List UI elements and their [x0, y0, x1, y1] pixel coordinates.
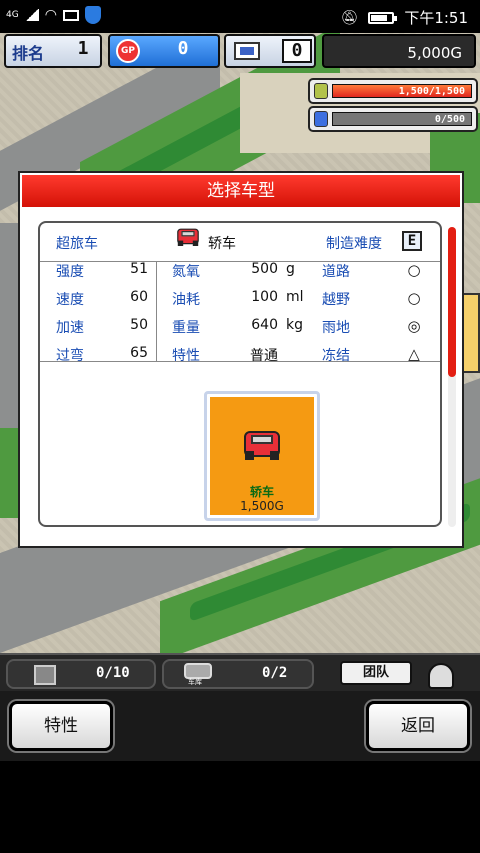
spec-unit: ml	[286, 289, 304, 305]
spec-label: 氮氧	[172, 264, 200, 280]
traits-button[interactable]: 特性	[9, 701, 113, 751]
research-track: 0/500	[332, 112, 472, 126]
spec-value: 640	[251, 317, 278, 333]
team-button[interactable]: 团队	[340, 661, 412, 685]
shield-icon	[84, 6, 101, 24]
staff-avatar-icon[interactable]	[428, 663, 454, 689]
stat-value: 50	[130, 317, 148, 333]
nav-area	[0, 761, 480, 853]
terrain-label: 冻结	[322, 348, 350, 364]
fuel-bar[interactable]: 1,500/1,500	[308, 78, 478, 104]
stat-value: 51	[130, 261, 148, 277]
stat-label: 速度	[56, 292, 84, 308]
parts-value: 0/10	[96, 665, 130, 681]
crate-icon	[34, 665, 56, 685]
car-type-dialog: 选择车型 超旅车 轿车 制造难度 E 轿车 1,500G 强度 51 速度 60…	[18, 171, 464, 548]
fuel-text: 1,500/1,500	[398, 86, 465, 97]
stat-value: 60	[130, 289, 148, 305]
research-flask-icon	[314, 111, 328, 127]
status-bar: 4G ◠ 🔕︎ 下午1:51	[0, 0, 480, 33]
divider	[156, 261, 157, 361]
gp-value: 0	[177, 38, 189, 59]
spec-label: 特性	[172, 348, 200, 364]
research-panel[interactable]: 0	[224, 34, 316, 68]
car-info-panel: 超旅车 轿车 制造难度 E 轿车 1,500G 强度 51 速度 60 加速 5…	[38, 221, 442, 527]
computer-icon	[234, 42, 260, 60]
car-card-price: 1,500G	[240, 499, 284, 513]
difficulty-badge: E	[402, 231, 422, 251]
stat-value: 65	[130, 345, 148, 361]
spec-unit: kg	[286, 317, 303, 333]
shop-sign	[462, 293, 480, 373]
cars-counter[interactable]: 车库 0/2	[162, 659, 314, 689]
gp-panel[interactable]: GP 0	[108, 34, 220, 68]
cars-value: 0/2	[262, 665, 288, 681]
garage-icon-label: 车库	[188, 678, 202, 686]
terrain-label: 雨地	[322, 320, 350, 336]
terrain-rating: ○	[407, 289, 421, 307]
battery-icon	[368, 11, 398, 24]
network-label: 4G	[6, 10, 19, 20]
action-bar: 特性 返回	[0, 691, 480, 761]
spec-unit: g	[286, 261, 295, 277]
spec-value: 普通	[250, 348, 278, 364]
fuel-track: 1,500/1,500	[332, 84, 472, 98]
sedan-sprite	[242, 425, 282, 463]
difficulty-label: 制造难度	[326, 236, 382, 252]
stat-label: 加速	[56, 320, 84, 336]
bottom-status-bar: 0/10 车库 0/2 团队	[0, 653, 480, 691]
research-bar[interactable]: 0/500	[308, 106, 478, 132]
terrain-rating: ○	[407, 261, 421, 279]
mute-icon: 🔕︎	[340, 9, 359, 26]
car-option-card[interactable]: 轿车 1,500G	[204, 391, 320, 521]
signal-icon	[24, 9, 39, 21]
money-value: 5,000G	[407, 44, 462, 62]
spec-value: 500	[251, 261, 278, 277]
ranking-label: 排名	[12, 44, 45, 63]
car-class-label: 超旅车	[56, 236, 98, 252]
dialog-title: 选择车型	[22, 175, 460, 207]
terrain-rating: ◎	[407, 317, 421, 335]
parts-counter[interactable]: 0/10	[6, 659, 156, 689]
spec-label: 油耗	[172, 292, 200, 308]
scrollbar-thumb[interactable]	[448, 227, 456, 377]
terrain-label: 越野	[322, 292, 350, 308]
mail-icon	[62, 9, 79, 21]
spec-value: 100	[251, 289, 278, 305]
stat-label: 强度	[56, 264, 84, 280]
research-value: 0	[282, 39, 312, 63]
fuel-barrel-icon	[314, 83, 328, 99]
clock: 下午1:51	[404, 9, 468, 27]
research-text: 0/500	[434, 114, 465, 125]
money-panel[interactable]: 5,000G	[322, 34, 476, 68]
ranking-value: 1	[77, 38, 89, 59]
dialog-scrollbar[interactable]	[448, 227, 456, 527]
terrain-label: 道路	[322, 264, 350, 280]
ranking-panel[interactable]: 排名 1	[4, 34, 102, 68]
spec-label: 重量	[172, 320, 200, 336]
back-button[interactable]: 返回	[366, 701, 470, 751]
terrain-rating: △	[408, 345, 420, 363]
car-card-body: 轿车 1,500G	[210, 397, 314, 515]
car-type-name: 轿车	[208, 236, 236, 252]
sedan-icon	[176, 225, 200, 248]
car-card-name: 轿车	[249, 485, 274, 499]
stat-label: 过弯	[56, 348, 84, 364]
gp-coin-icon: GP	[116, 39, 140, 63]
wifi-icon: ◠	[44, 7, 57, 23]
